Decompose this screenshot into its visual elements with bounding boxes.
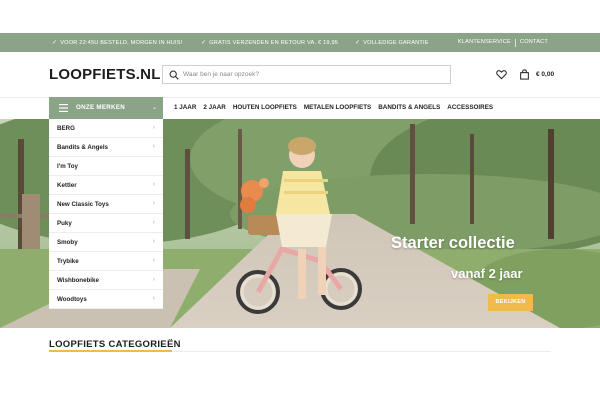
chevron-right-icon: › bbox=[152, 257, 155, 264]
site-logo[interactable]: LOOPFIETS.NL bbox=[49, 66, 161, 83]
nav-item-bandits-angels[interactable]: BANDITS & ANGELS bbox=[378, 104, 440, 111]
brand-item-label: BERG bbox=[57, 125, 75, 132]
usp-bar: ✓ VOOR 22:45U BESTELD, MORGEN IN HUIS! ✓… bbox=[0, 33, 600, 52]
brand-item-label: Woodtoys bbox=[57, 296, 87, 303]
brand-item-im-toy[interactable]: I'm Toy bbox=[49, 157, 163, 176]
search-box bbox=[162, 65, 451, 84]
check-icon: ✓ bbox=[201, 40, 207, 46]
brand-item-kettler[interactable]: Kettler › bbox=[49, 176, 163, 195]
brand-item-puky[interactable]: Puky › bbox=[49, 214, 163, 233]
cart-total[interactable]: € 0,00 bbox=[536, 71, 554, 78]
link-divider bbox=[514, 39, 516, 47]
usp-item: ✓ VOOR 22:45U BESTELD, MORGEN IN HUIS! bbox=[52, 39, 183, 47]
chevron-down-icon: ⌄ bbox=[151, 105, 157, 111]
site-header: LOOPFIETS.NL € 0,00 bbox=[0, 52, 600, 97]
brand-item-bandits-angels[interactable]: Bandits & Angels › bbox=[49, 138, 163, 157]
chevron-right-icon: › bbox=[152, 143, 155, 150]
brand-item-label: Smoby bbox=[57, 239, 78, 246]
brand-item-label: Kettler bbox=[57, 182, 77, 189]
search-icon[interactable] bbox=[169, 70, 179, 80]
check-icon: ✓ bbox=[355, 40, 361, 46]
menu-icon bbox=[59, 104, 68, 112]
check-icon: ✓ bbox=[52, 40, 58, 46]
brand-menu: BERG › Bandits & Angels › I'm Toy Kettle… bbox=[49, 119, 163, 309]
chevron-right-icon: › bbox=[152, 295, 155, 302]
brand-item-wishbonebike[interactable]: Wishbonebike › bbox=[49, 271, 163, 290]
our-brands-label: ONZE MERKEN bbox=[76, 104, 126, 111]
chevron-right-icon: › bbox=[152, 219, 155, 226]
nav-item-2-years[interactable]: 2 JAAR bbox=[203, 104, 225, 111]
search-input[interactable] bbox=[183, 67, 443, 82]
contact-link[interactable]: CONTACT bbox=[520, 39, 548, 47]
brand-item-new-classic-toys[interactable]: New Classic Toys › bbox=[49, 195, 163, 214]
usp-item: ✓ GRATIS VERZENDEN EN RETOUR VA. € 19,95 bbox=[201, 39, 339, 47]
brand-item-label: Puky bbox=[57, 220, 72, 227]
section-title: LOOPFIETS CATEGORIEËN bbox=[49, 339, 181, 350]
shopping-bag-icon[interactable] bbox=[519, 69, 530, 80]
usp-label: VOOR 22:45U BESTELD, MORGEN IN HUIS! bbox=[60, 39, 183, 46]
main-nav: 1 JAAR 2 JAAR HOUTEN LOOPFIETS METALEN L… bbox=[174, 104, 500, 111]
brand-item-label: New Classic Toys bbox=[57, 201, 109, 208]
hero-cta-button[interactable]: BEKIJKEN bbox=[488, 294, 533, 311]
hero-title: Starter collectie bbox=[391, 234, 515, 252]
chevron-right-icon: › bbox=[152, 238, 155, 245]
nav-item-metal-balance-bikes[interactable]: METALEN LOOPFIETS bbox=[304, 104, 371, 111]
chevron-right-icon: › bbox=[152, 181, 155, 188]
brand-item-label: I'm Toy bbox=[57, 163, 78, 170]
customer-service-link[interactable]: KLANTENSERVICE bbox=[458, 39, 511, 47]
usp-label: GRATIS VERZENDEN EN RETOUR VA. € 19,95 bbox=[209, 39, 339, 46]
brand-item-label: Bandits & Angels bbox=[57, 144, 108, 151]
usp-label: VOLLEDIGE GARANTIE bbox=[363, 39, 429, 46]
hero-subtitle: vanaf 2 jaar bbox=[451, 266, 523, 281]
brand-item-label: Wishbonebike bbox=[57, 277, 99, 284]
brand-item-berg[interactable]: BERG › bbox=[49, 119, 163, 138]
nav-item-wooden-balance-bikes[interactable]: HOUTEN LOOPFIETS bbox=[233, 104, 297, 111]
section-title-underline bbox=[49, 350, 172, 352]
brand-item-woodtoys[interactable]: Woodtoys › bbox=[49, 290, 163, 309]
brand-item-smoby[interactable]: Smoby › bbox=[49, 233, 163, 252]
wishlist-heart-icon[interactable] bbox=[496, 69, 507, 80]
chevron-right-icon: › bbox=[152, 124, 155, 131]
top-links: KLANTENSERVICE CONTACT bbox=[458, 39, 548, 47]
nav-item-1-year[interactable]: 1 JAAR bbox=[174, 104, 196, 111]
brand-item-label: Trybike bbox=[57, 258, 79, 265]
nav-item-accessories[interactable]: ACCESSOIRES bbox=[447, 104, 493, 111]
brand-item-trybike[interactable]: Trybike › bbox=[49, 252, 163, 271]
chevron-right-icon: › bbox=[152, 276, 155, 283]
chevron-right-icon: › bbox=[152, 200, 155, 207]
our-brands-button[interactable]: ONZE MERKEN ⌄ bbox=[49, 97, 163, 119]
usp-item: ✓ VOLLEDIGE GARANTIE bbox=[355, 39, 429, 47]
